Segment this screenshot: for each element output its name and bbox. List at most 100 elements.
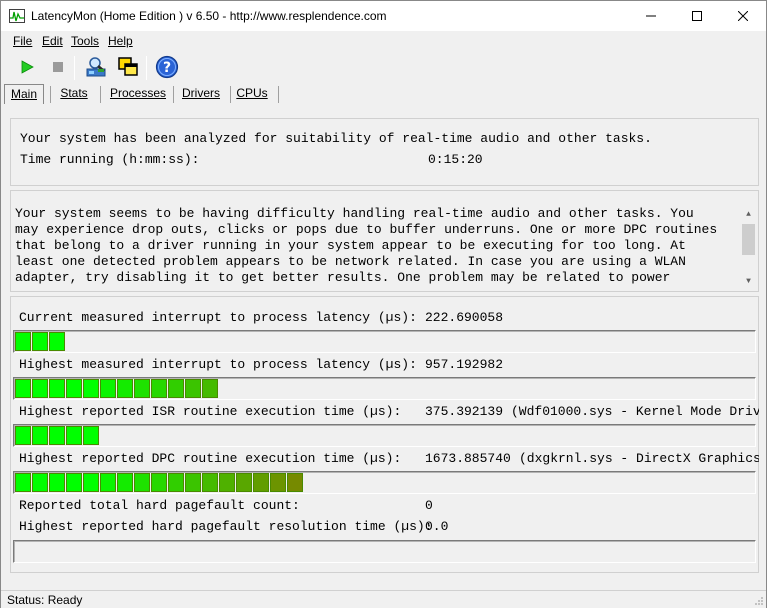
current-latency-label: Current measured interrupt to process la… <box>19 310 417 325</box>
conclusion-line: may experience drop outs, clicks or pops… <box>15 222 718 237</box>
latency-bar-segment <box>253 473 269 492</box>
tab-strip: Main Stats Processes Drivers CPUs <box>1 83 766 105</box>
latency-bar-segment <box>49 332 65 351</box>
app-icon <box>9 9 25 23</box>
highest-latency-label: Highest measured interrupt to process la… <box>19 357 417 372</box>
scroll-down-arrow-icon[interactable]: ▼ <box>740 273 757 290</box>
toolbar: ? <box>1 53 766 83</box>
tab-cpus[interactable]: CPUs <box>234 84 270 104</box>
summary-text: Your system has been analyzed for suitab… <box>20 131 652 146</box>
latency-bar-segment <box>270 473 286 492</box>
pagefault-count-label: Reported total hard pagefault count: <box>19 498 300 513</box>
resize-grip-icon[interactable] <box>754 596 764 606</box>
stop-monitor-button[interactable] <box>45 54 71 80</box>
latency-bar-segment <box>15 426 31 445</box>
latency-bar-segment <box>100 473 116 492</box>
latency-bar-segment <box>32 332 48 351</box>
latency-bar-segment <box>185 379 201 398</box>
highest-dpc-label: Highest reported DPC routine execution t… <box>19 451 402 466</box>
help-icon: ? <box>155 55 179 79</box>
latency-bar-segment <box>32 379 48 398</box>
latency-bar-segment <box>83 426 99 445</box>
highest-latency-bar <box>13 377 756 400</box>
latency-bar-segment <box>15 332 31 351</box>
highest-latency-value: 957.192982 <box>425 357 504 372</box>
maximize-button[interactable] <box>674 1 720 31</box>
tab-processes[interactable]: Processes <box>107 84 169 104</box>
time-running-value: 0:15:20 <box>428 152 483 167</box>
highest-isr-bar <box>13 424 756 447</box>
tab-main[interactable]: Main <box>4 84 44 104</box>
latencymon-window: LatencyMon (Home Edition ) v 6.50 - http… <box>0 0 767 608</box>
window-title: LatencyMon (Home Edition ) v 6.50 - http… <box>31 9 387 23</box>
highest-dpc-value: 1673.885740 <box>425 451 511 466</box>
latency-bar-segment <box>83 473 99 492</box>
stop-icon <box>53 62 63 72</box>
latency-bar-segment <box>66 426 82 445</box>
conclusion-panel[interactable]: Your system seems to be having difficult… <box>10 190 759 292</box>
latency-bar-segment <box>151 473 167 492</box>
latency-bar-segment <box>49 379 65 398</box>
highest-dpc-driver: (dxgkrnl.sys - DirectX Graphics Kernel <box>519 451 759 466</box>
scroll-up-arrow-icon[interactable]: ▲ <box>740 206 757 223</box>
scrollbar-thumb[interactable] <box>742 224 755 255</box>
pagefault-time-value: 0.0 <box>425 519 449 534</box>
latency-bar-segment <box>134 473 150 492</box>
latency-bar-segment <box>32 473 48 492</box>
pagefault-count-value: 0 <box>425 498 433 513</box>
latency-bar-segment <box>185 473 201 492</box>
driver-search-button[interactable] <box>83 54 109 80</box>
conclusion-line: adapter, try disabling it to get better … <box>15 270 671 285</box>
latency-bar-segment <box>15 379 31 398</box>
conclusion-line: that belong to a driver running in your … <box>15 238 686 253</box>
help-button[interactable]: ? <box>154 54 180 80</box>
latency-bar-segment <box>151 379 167 398</box>
latency-bar-segment <box>66 379 82 398</box>
latency-bar-segment <box>15 473 31 492</box>
windows-icon <box>118 57 138 76</box>
latency-bar-segment <box>66 473 82 492</box>
menu-help[interactable]: Help <box>108 34 133 48</box>
summary-panel: Your system has been analyzed for suitab… <box>10 118 759 186</box>
latency-bar-segment <box>236 473 252 492</box>
latency-bar-segment <box>32 426 48 445</box>
pagefault-time-label: Highest reported hard pagefault resoluti… <box>19 519 433 534</box>
tab-stats[interactable]: Stats <box>54 84 94 104</box>
conclusion-line: Your system seems to be having difficult… <box>15 206 694 221</box>
latency-bar-segment <box>49 426 65 445</box>
latency-bar-segment <box>219 473 235 492</box>
latency-bar-segment <box>83 379 99 398</box>
title-bar[interactable]: LatencyMon (Home Edition ) v 6.50 - http… <box>1 1 766 31</box>
latency-bar-segment <box>168 473 184 492</box>
menu-edit[interactable]: Edit <box>42 34 63 48</box>
status-text: Status: Ready <box>7 593 83 607</box>
menu-file[interactable]: File <box>13 34 32 48</box>
tab-drivers[interactable]: Drivers <box>177 84 225 104</box>
windows-button[interactable] <box>115 54 141 80</box>
latency-bar-segment <box>117 473 133 492</box>
current-latency-bar <box>13 330 756 353</box>
highest-isr-value: 375.392139 <box>425 404 504 419</box>
highest-isr-label: Highest reported ISR routine execution t… <box>19 404 402 419</box>
current-latency-value: 222.690058 <box>425 310 504 325</box>
minimize-button[interactable] <box>628 1 674 31</box>
pagefault-time-bar <box>13 540 756 563</box>
latency-bar-segment <box>202 379 218 398</box>
menu-tools[interactable]: Tools <box>71 34 99 48</box>
latency-bar-segment <box>49 473 65 492</box>
highest-isr-driver: (Wdf01000.sys - Kernel Mode Driver Frame… <box>511 404 759 419</box>
menu-bar: File Edit Tools Help <box>1 32 766 51</box>
highest-dpc-bar <box>13 471 756 494</box>
latency-bar-segment <box>134 379 150 398</box>
conclusion-scrollbar[interactable]: ▲ ▼ <box>740 206 757 290</box>
latency-bar-segment <box>168 379 184 398</box>
time-running-label: Time running (h:mm:ss): <box>20 152 200 167</box>
start-monitor-button[interactable] <box>14 54 40 80</box>
play-icon <box>21 60 34 74</box>
svg-text:?: ? <box>163 60 171 76</box>
metrics-panel: Current measured interrupt to process la… <box>10 296 759 573</box>
latency-bar-segment <box>117 379 133 398</box>
close-button[interactable] <box>720 1 766 31</box>
latency-bar-segment <box>202 473 218 492</box>
latency-bar-segment <box>287 473 303 492</box>
